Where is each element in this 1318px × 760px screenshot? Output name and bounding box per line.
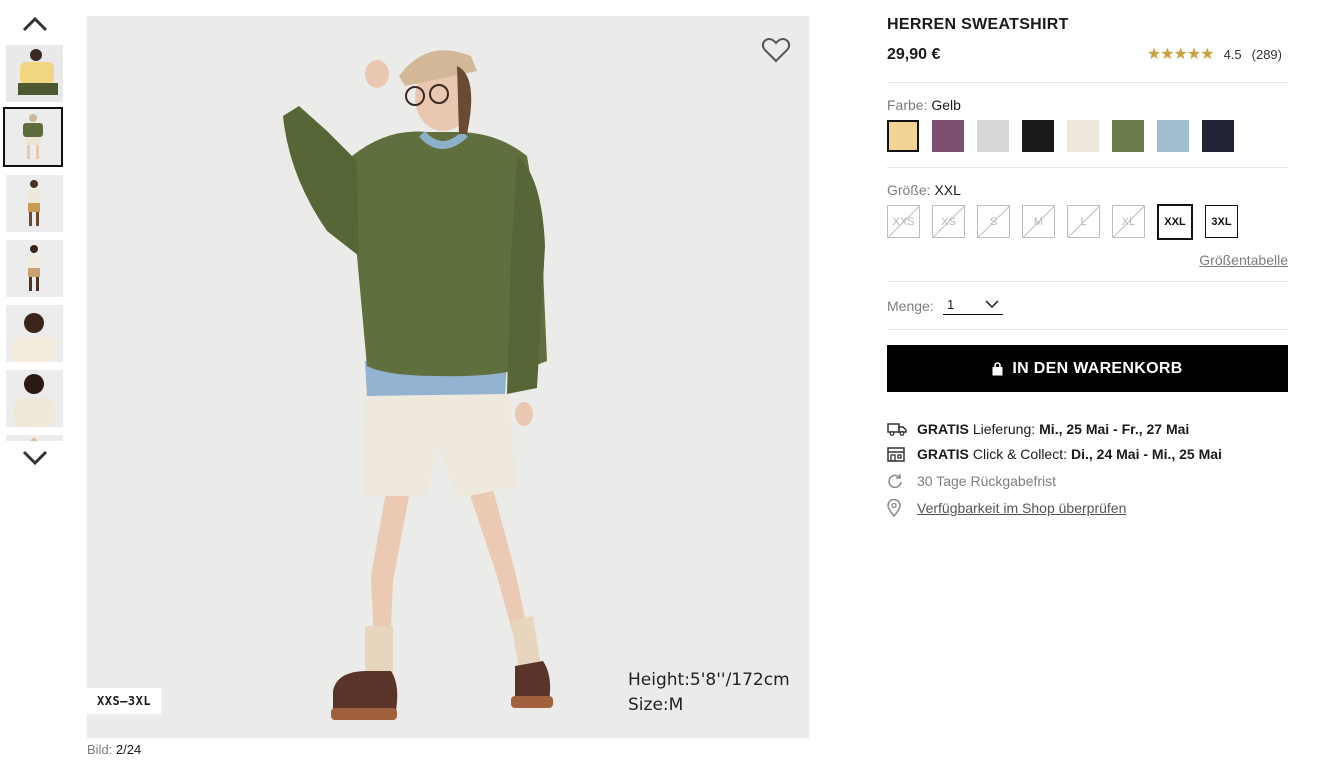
- size-option-m[interactable]: M: [1022, 205, 1055, 238]
- color-selected: Gelb: [931, 97, 961, 113]
- model-size: Size:M: [628, 695, 684, 715]
- image-counter-label: Bild:: [87, 742, 113, 757]
- favorite-button[interactable]: [761, 36, 791, 64]
- color-swatch-offwhite[interactable]: [1067, 120, 1099, 152]
- location-pin-icon: [887, 499, 909, 517]
- size-label-text: Größe:: [887, 182, 931, 198]
- chevron-down-icon: [985, 300, 999, 309]
- size-options: XXS XS S M L XL XXL 3XL: [887, 204, 1250, 240]
- divider: [887, 329, 1288, 330]
- product-price: 29,90 €: [887, 46, 941, 63]
- size-option-3xl[interactable]: 3XL: [1205, 205, 1238, 238]
- rating-count: (289): [1251, 46, 1282, 62]
- color-swatch-gelb[interactable]: [887, 120, 919, 152]
- rating-value: 4.5: [1223, 46, 1242, 62]
- collect-text: Click & Collect:: [972, 446, 1067, 462]
- size-option-xxs[interactable]: XXS: [887, 205, 920, 238]
- color-swatch-black[interactable]: [1022, 120, 1054, 152]
- thumbnail-1[interactable]: [6, 45, 63, 102]
- size-option-xs[interactable]: XS: [932, 205, 965, 238]
- color-swatch-purple[interactable]: [932, 120, 964, 152]
- store-availability: Verfügbarkeit im Shop überprüfen: [887, 499, 1126, 517]
- truck-icon: [887, 420, 909, 438]
- divider: [887, 167, 1288, 168]
- color-swatches: [887, 120, 1247, 152]
- size-selected: XXL: [934, 182, 961, 198]
- shipping-free: GRATIS: [917, 421, 969, 437]
- model-photo: [87, 16, 809, 738]
- main-product-image[interactable]: XXS–3XL Height:5'8''/172cm Size:M: [87, 16, 809, 738]
- size-option-l[interactable]: L: [1067, 205, 1100, 238]
- color-swatch-olive[interactable]: [1112, 120, 1144, 152]
- returns-text: 30 Tage Rückgabefrist: [917, 473, 1057, 489]
- model-height: Height:5'8''/172cm: [628, 670, 790, 690]
- model-info: Height:5'8''/172cm Size:M: [628, 668, 790, 718]
- quantity-value: 1: [947, 297, 955, 312]
- color-swatch-gray[interactable]: [977, 120, 1009, 152]
- collect-free: GRATIS: [917, 446, 969, 462]
- quantity-label: Menge:: [887, 298, 934, 314]
- store-icon: [887, 445, 909, 463]
- size-option-xl[interactable]: XL: [1112, 205, 1145, 238]
- quantity-select[interactable]: 1: [943, 297, 1003, 315]
- shipping-info: GRATIS Lieferung: Mi., 25 Mai - Fr., 27 …: [887, 420, 1193, 438]
- shipping-text: Lieferung:: [972, 421, 1036, 437]
- thumbnail-strip: [0, 0, 70, 760]
- color-swatch-lightblue[interactable]: [1157, 120, 1189, 152]
- refresh-icon: [887, 472, 909, 490]
- click-collect-info: GRATIS Click & Collect: Di., 24 Mai - Mi…: [887, 445, 1226, 463]
- size-chart-link[interactable]: Größentabelle: [1199, 252, 1288, 268]
- size-option-s[interactable]: S: [977, 205, 1010, 238]
- color-swatch-navy[interactable]: [1202, 120, 1234, 152]
- rating-stars-icon: ★★★★★: [1146, 46, 1215, 63]
- thumbnail-4[interactable]: [6, 240, 63, 297]
- color-label: Farbe: Gelb: [887, 97, 961, 113]
- thumbnail-2[interactable]: [3, 107, 63, 167]
- chevron-up-icon: [22, 16, 48, 32]
- image-counter-value: 2/24: [115, 742, 142, 757]
- size-label: Größe: XXL: [887, 182, 961, 198]
- divider: [887, 82, 1288, 83]
- size-range-tag: XXS–3XL: [87, 688, 162, 714]
- thumbnail-3[interactable]: [6, 175, 63, 232]
- thumbnail-up-button[interactable]: [21, 14, 49, 34]
- bag-icon: [992, 361, 1003, 375]
- color-label-text: Farbe:: [887, 97, 928, 113]
- thumbnail-7[interactable]: [6, 435, 63, 441]
- image-counter: Bild: 2/24: [87, 742, 141, 757]
- add-to-cart-label: IN DEN WARENKORB: [1012, 359, 1183, 377]
- shipping-dates: Mi., 25 Mai - Fr., 27 Mai: [1039, 421, 1190, 437]
- divider: [887, 281, 1288, 282]
- collect-dates: Di., 24 Mai - Mi., 25 Mai: [1071, 446, 1222, 462]
- thumbnail-5[interactable]: [6, 305, 63, 362]
- availability-link[interactable]: Verfügbarkeit im Shop überprüfen: [917, 500, 1126, 516]
- heart-icon: [761, 38, 791, 63]
- chevron-down-icon: [22, 450, 48, 466]
- product-rating[interactable]: ★★★★★ 4.5 (289): [1147, 44, 1282, 64]
- size-option-xxl[interactable]: XXL: [1157, 204, 1193, 240]
- returns-info: 30 Tage Rückgabefrist: [887, 472, 1056, 490]
- thumbnail-6[interactable]: [6, 370, 63, 427]
- product-title: HERREN SWEATSHIRT: [887, 16, 1069, 33]
- add-to-cart-button[interactable]: IN DEN WARENKORB: [887, 345, 1288, 392]
- thumbnail-down-button[interactable]: [21, 448, 49, 468]
